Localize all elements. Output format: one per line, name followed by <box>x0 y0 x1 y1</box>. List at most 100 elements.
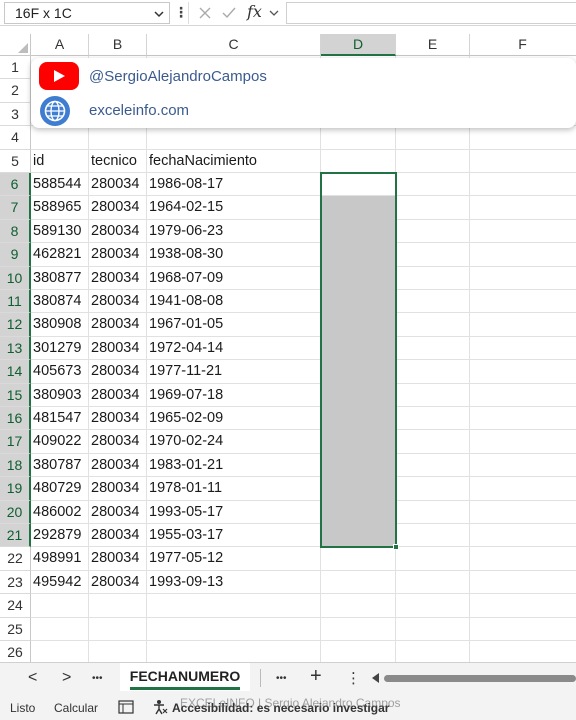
cell-tecnico[interactable]: 280034 <box>89 524 147 547</box>
cell-tecnico[interactable]: 280034 <box>89 313 147 336</box>
cell-tecnico[interactable]: 280034 <box>89 547 147 570</box>
next-sheet-button[interactable]: > <box>62 669 71 687</box>
row-header-11[interactable]: 11 <box>0 290 31 314</box>
cell-id[interactable]: 495942 <box>31 571 89 594</box>
row-header-19[interactable]: 19 <box>0 477 31 501</box>
cell-tecnico[interactable]: 280034 <box>89 243 147 266</box>
row-header-14[interactable]: 14 <box>0 360 31 384</box>
cell-tecnico[interactable]: 280034 <box>89 407 147 430</box>
column-header-partial[interactable] <box>545 34 576 56</box>
column-header-e[interactable]: E <box>396 34 470 56</box>
cell-tecnico[interactable]: 280034 <box>89 267 147 290</box>
calculate-button[interactable]: Calcular <box>54 701 98 715</box>
row-header-17[interactable]: 17 <box>0 430 31 454</box>
cell-id[interactable]: 380874 <box>31 290 89 313</box>
row-header-10[interactable]: 10 <box>0 266 31 290</box>
cell-fecha[interactable]: 1941-08-08 <box>147 290 321 313</box>
cell-tecnico[interactable]: 280034 <box>89 196 147 219</box>
row-header-13[interactable]: 13 <box>0 336 31 361</box>
scroll-left-icon[interactable] <box>372 673 379 683</box>
column-header-b[interactable]: B <box>89 34 147 56</box>
insert-function-button[interactable]: fx <box>247 2 262 21</box>
column-header-c[interactable]: C <box>147 34 321 56</box>
cell-fecha[interactable]: 1972-04-14 <box>147 337 321 360</box>
cell-fecha[interactable]: 1993-09-13 <box>147 571 321 594</box>
cell-id[interactable]: 405673 <box>31 360 89 383</box>
accessibility-icon[interactable] <box>152 699 168 715</box>
name-box[interactable]: 16F x 1C <box>4 2 170 24</box>
row-header-26[interactable]: 26 <box>0 641 31 665</box>
row-header-25[interactable]: 25 <box>0 617 31 641</box>
chevron-down-icon[interactable] <box>153 8 165 20</box>
check-icon[interactable] <box>221 5 237 21</box>
row-header-12[interactable]: 12 <box>0 313 31 337</box>
cancel-icon[interactable] <box>197 5 213 21</box>
cell-tecnico[interactable]: 280034 <box>89 290 147 313</box>
cell-fecha[interactable]: 1965-02-09 <box>147 407 321 430</box>
row-header-3[interactable]: 3 <box>0 102 31 127</box>
cell-tecnico[interactable]: 280034 <box>89 173 147 196</box>
sheet-options-button[interactable]: ⋮ <box>346 669 361 687</box>
cell-tecnico[interactable]: 280034 <box>89 384 147 407</box>
select-all-button[interactable] <box>0 34 31 56</box>
row-header-20[interactable]: 20 <box>0 500 31 524</box>
cell-id[interactable]: 409022 <box>31 430 89 453</box>
header-cell-fechanacimiento[interactable]: fechaNacimiento <box>147 150 321 173</box>
cell-tecnico[interactable]: 280034 <box>89 571 147 594</box>
cell-tecnico[interactable]: 280034 <box>89 454 147 477</box>
row-header-23[interactable]: 23 <box>0 570 31 595</box>
cell-id[interactable]: 301279 <box>31 337 89 360</box>
cell-id[interactable]: 588544 <box>31 173 89 196</box>
page-layout-icon[interactable] <box>118 700 134 714</box>
column-header-a[interactable]: A <box>31 34 89 56</box>
cell-id[interactable]: 380877 <box>31 267 89 290</box>
cell-fecha[interactable]: 1977-05-12 <box>147 547 321 570</box>
cell-fecha[interactable]: 1993-05-17 <box>147 501 321 524</box>
row-header-15[interactable]: 15 <box>0 383 31 407</box>
cell-fecha[interactable]: 1969-07-18 <box>147 384 321 407</box>
cell-id[interactable]: 498991 <box>31 547 89 570</box>
cell-id[interactable]: 588965 <box>31 196 89 219</box>
cell-fecha[interactable]: 1967-01-05 <box>147 313 321 336</box>
row-header-1[interactable]: 1 <box>0 56 31 80</box>
column-header-d[interactable]: D <box>321 34 396 56</box>
header-cell-tecnico[interactable]: tecnico <box>89 150 147 173</box>
formula-input[interactable] <box>286 2 576 24</box>
cell-fecha[interactable]: 1978-01-11 <box>147 477 321 500</box>
prev-sheet-button[interactable]: < <box>28 669 37 687</box>
row-header-21[interactable]: 21 <box>0 524 31 548</box>
cell-id[interactable]: 462821 <box>31 243 89 266</box>
more-sheets-button[interactable]: ••• <box>92 673 103 684</box>
row-header-2[interactable]: 2 <box>0 79 31 103</box>
cell-fecha[interactable]: 1938-08-30 <box>147 243 321 266</box>
cell-fecha[interactable]: 1968-07-09 <box>147 267 321 290</box>
cell-fecha[interactable]: 1983-01-21 <box>147 454 321 477</box>
more-sheets-right-button[interactable]: ••• <box>276 673 287 684</box>
cell-id[interactable]: 481547 <box>31 407 89 430</box>
cell-fecha[interactable]: 1979-06-23 <box>147 220 321 243</box>
cell-fecha[interactable]: 1964-02-15 <box>147 196 321 219</box>
cell-id[interactable]: 486002 <box>31 501 89 524</box>
row-header-16[interactable]: 16 <box>0 407 31 431</box>
cell-id[interactable]: 292879 <box>31 524 89 547</box>
formula-bar-options-icon[interactable]: ⋮ <box>174 4 188 21</box>
chevron-down-icon[interactable] <box>269 7 279 19</box>
row-header-18[interactable]: 18 <box>0 453 31 478</box>
cell-tecnico[interactable]: 280034 <box>89 501 147 524</box>
row-header-6[interactable]: 6 <box>0 173 31 197</box>
cell-fecha[interactable]: 1977-11-21 <box>147 360 321 383</box>
cell-id[interactable]: 380903 <box>31 384 89 407</box>
cell-tecnico[interactable]: 280034 <box>89 360 147 383</box>
cell-tecnico[interactable]: 280034 <box>89 337 147 360</box>
row-header-8[interactable]: 8 <box>0 219 31 244</box>
cell-fecha[interactable]: 1986-08-17 <box>147 173 321 196</box>
cell-tecnico[interactable]: 280034 <box>89 430 147 453</box>
row-header-24[interactable]: 24 <box>0 594 31 618</box>
row-header-4[interactable]: 4 <box>0 126 31 150</box>
horizontal-scrollbar[interactable] <box>384 675 576 682</box>
cell-tecnico[interactable]: 280034 <box>89 220 147 243</box>
cell-tecnico[interactable]: 280034 <box>89 477 147 500</box>
header-cell-id[interactable]: id <box>31 150 89 173</box>
cell-fecha[interactable]: 1955-03-17 <box>147 524 321 547</box>
row-header-5[interactable]: 5 <box>0 149 31 173</box>
